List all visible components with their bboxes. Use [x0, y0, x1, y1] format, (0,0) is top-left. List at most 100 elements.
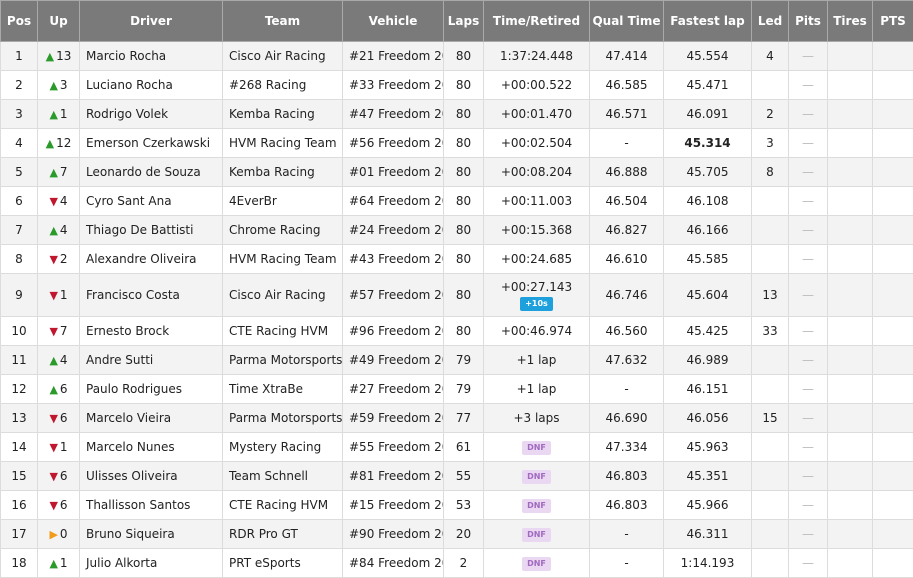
col-header-up[interactable]: Up: [38, 1, 80, 42]
driver-name[interactable]: Andre Sutti: [80, 346, 223, 375]
result-row[interactable]: 13▼6Marcelo VieiraParma Motorsports#59 F…: [1, 404, 913, 433]
pos-cell: 12: [1, 375, 38, 404]
time-cell: +00:15.368: [484, 216, 590, 245]
pits-dash: —: [802, 136, 814, 150]
up-cell: ▲3: [38, 71, 80, 100]
col-header-qual[interactable]: Qual Time: [590, 1, 664, 42]
driver-name[interactable]: Marcelo Vieira: [80, 404, 223, 433]
col-header-vehicle[interactable]: Vehicle: [343, 1, 444, 42]
laps-cell: 80: [444, 71, 484, 100]
pts-cell: [873, 433, 913, 462]
result-row[interactable]: 15▼6Ulisses OliveiraTeam Schnell#81 Free…: [1, 462, 913, 491]
qual-time-cell: 46.610: [590, 245, 664, 274]
driver-name[interactable]: Cyro Sant Ana: [80, 187, 223, 216]
result-row[interactable]: 17▶0Bruno SiqueiraRDR Pro GT#90 Freedom …: [1, 520, 913, 549]
pos-cell: 18: [1, 549, 38, 578]
vehicle-name: #96 Freedom 200: [343, 317, 444, 346]
col-header-led[interactable]: Led: [752, 1, 789, 42]
col-header-tires[interactable]: Tires: [828, 1, 873, 42]
up-cell: ▲12: [38, 129, 80, 158]
driver-name[interactable]: Bruno Siqueira: [80, 520, 223, 549]
pos-cell: 14: [1, 433, 38, 462]
col-header-time[interactable]: Time/Retired: [484, 1, 590, 42]
vehicle-name: #15 Freedom 200: [343, 491, 444, 520]
up-cell: ▼2: [38, 245, 80, 274]
driver-name[interactable]: Leonardo de Souza: [80, 158, 223, 187]
col-header-laps[interactable]: Laps: [444, 1, 484, 42]
driver-name[interactable]: Marcio Rocha: [80, 42, 223, 71]
pts-cell: [873, 100, 913, 129]
dnf-badge: DNF: [522, 441, 551, 455]
arrow-up-icon: ▲: [46, 137, 54, 150]
laps-cell: 80: [444, 245, 484, 274]
pits-dash: —: [802, 382, 814, 396]
team-name: Time XtraBe: [223, 375, 343, 404]
qual-time-cell: 47.334: [590, 433, 664, 462]
pits-cell: —: [789, 317, 828, 346]
col-header-pos[interactable]: Pos: [1, 1, 38, 42]
positions-change: 1: [60, 107, 68, 121]
pts-cell: [873, 549, 913, 578]
result-row[interactable]: 14▼1Marcelo NunesMystery Racing#55 Freed…: [1, 433, 913, 462]
result-row[interactable]: 11▲4Andre SuttiParma Motorsports 2#49 Fr…: [1, 346, 913, 375]
result-row[interactable]: 3▲1Rodrigo VolekKemba Racing#47 Freedom …: [1, 100, 913, 129]
pits-cell: —: [789, 346, 828, 375]
team-name: RDR Pro GT: [223, 520, 343, 549]
result-row[interactable]: 16▼6Thallisson SantosCTE Racing HVM#15 F…: [1, 491, 913, 520]
time-value: +00:01.470: [501, 107, 572, 121]
race-results-table: Pos Up Driver Team Vehicle Laps Time/Ret…: [0, 0, 913, 578]
tires-cell: [828, 216, 873, 245]
result-row[interactable]: 4▲12Emerson CzerkawskiHVM Racing Team#56…: [1, 129, 913, 158]
driver-name[interactable]: Rodrigo Volek: [80, 100, 223, 129]
driver-name[interactable]: Thallisson Santos: [80, 491, 223, 520]
driver-name[interactable]: Francisco Costa: [80, 274, 223, 317]
vehicle-name: #47 Freedom 200: [343, 100, 444, 129]
result-row[interactable]: 5▲7Leonardo de SouzaKemba Racing#01 Free…: [1, 158, 913, 187]
time-value: +00:24.685: [501, 252, 572, 266]
vehicle-name: #64 Freedom 200: [343, 187, 444, 216]
col-header-pts[interactable]: PTS: [873, 1, 913, 42]
driver-name[interactable]: Marcelo Nunes: [80, 433, 223, 462]
col-header-fastest[interactable]: Fastest lap: [664, 1, 752, 42]
tires-cell: [828, 433, 873, 462]
col-header-driver[interactable]: Driver: [80, 1, 223, 42]
driver-name[interactable]: Ernesto Brock: [80, 317, 223, 346]
driver-name[interactable]: Emerson Czerkawski: [80, 129, 223, 158]
pits-dash: —: [802, 411, 814, 425]
time-value: +00:15.368: [501, 223, 572, 237]
result-row[interactable]: 10▼7Ernesto BrockCTE Racing HVM#96 Freed…: [1, 317, 913, 346]
qual-time-cell: 46.585: [590, 71, 664, 100]
result-row[interactable]: 18▲1Julio AlkortaPRT eSports#84 Freedom …: [1, 549, 913, 578]
laps-cell: 61: [444, 433, 484, 462]
driver-name[interactable]: Luciano Rocha: [80, 71, 223, 100]
fastest-lap-cell: 46.108: [664, 187, 752, 216]
driver-name[interactable]: Alexandre Oliveira: [80, 245, 223, 274]
results-body: 1▲13Marcio RochaCisco Air Racing#21 Free…: [1, 42, 913, 578]
driver-name[interactable]: Thiago De Battisti: [80, 216, 223, 245]
result-row[interactable]: 6▼4Cyro Sant Ana4EverBr#64 Freedom 20080…: [1, 187, 913, 216]
arrow-down-icon: ▼: [49, 441, 57, 454]
result-row[interactable]: 8▼2Alexandre OliveiraHVM Racing Team#43 …: [1, 245, 913, 274]
col-header-pits[interactable]: Pits: [789, 1, 828, 42]
result-row[interactable]: 7▲4Thiago De BattistiChrome Racing#24 Fr…: [1, 216, 913, 245]
pits-cell: —: [789, 274, 828, 317]
pos-cell: 17: [1, 520, 38, 549]
time-cell: +3 laps: [484, 404, 590, 433]
time-cell: +00:24.685: [484, 245, 590, 274]
qual-time-cell: 46.560: [590, 317, 664, 346]
time-value: 1:37:24.448: [500, 49, 573, 63]
positions-change: 4: [60, 223, 68, 237]
result-row[interactable]: 12▲6Paulo RodriguesTime XtraBe#27 Freedo…: [1, 375, 913, 404]
driver-name[interactable]: Julio Alkorta: [80, 549, 223, 578]
driver-name[interactable]: Paulo Rodrigues: [80, 375, 223, 404]
up-cell: ▶0: [38, 520, 80, 549]
time-cell: +00:08.204: [484, 158, 590, 187]
result-row[interactable]: 9▼1Francisco CostaCisco Air Racing#57 Fr…: [1, 274, 913, 317]
fastest-lap-cell: 46.091: [664, 100, 752, 129]
driver-name[interactable]: Ulisses Oliveira: [80, 462, 223, 491]
result-row[interactable]: 1▲13Marcio RochaCisco Air Racing#21 Free…: [1, 42, 913, 71]
result-row[interactable]: 2▲3Luciano Rocha#268 Racing#33 Freedom 2…: [1, 71, 913, 100]
col-header-team[interactable]: Team: [223, 1, 343, 42]
dnf-badge: DNF: [522, 528, 551, 542]
time-cell: +00:00.522: [484, 71, 590, 100]
